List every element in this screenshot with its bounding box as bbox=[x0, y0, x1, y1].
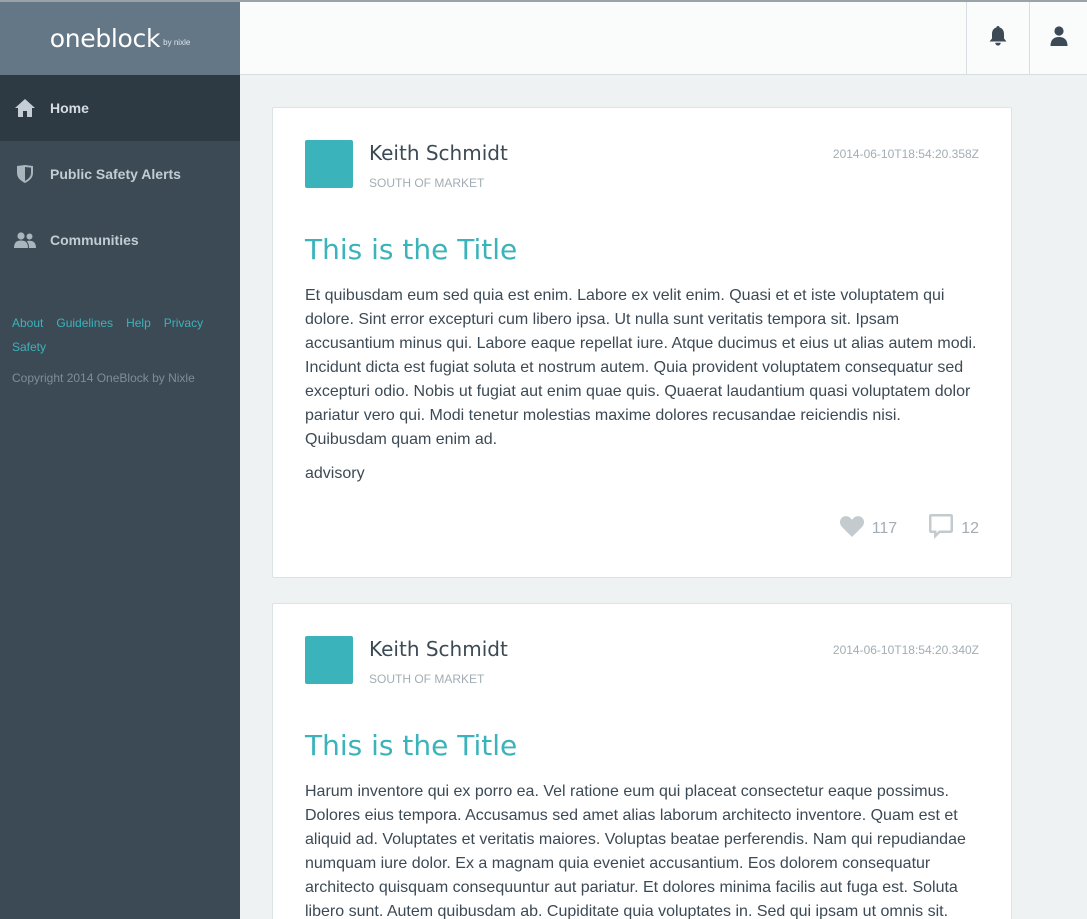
footer-link-help[interactable]: Help bbox=[126, 316, 151, 330]
comment-icon bbox=[929, 514, 954, 544]
post-timestamp: 2014-06-10T18:54:20.340Z bbox=[832, 643, 979, 657]
copyright: Copyright 2014 OneBlock by Nixle bbox=[12, 371, 195, 385]
post-card: Keith Schmidt SOUTH OF MARKET 2014-06-10… bbox=[272, 107, 1012, 578]
users-icon bbox=[13, 229, 37, 251]
post-card: Keith Schmidt SOUTH OF MARKET 2014-06-10… bbox=[272, 603, 1012, 919]
heart-icon bbox=[839, 516, 864, 542]
brand-logo[interactable]: oneblock bbox=[50, 24, 161, 53]
brand-bar: oneblock by nixle bbox=[0, 2, 240, 75]
avatar[interactable] bbox=[305, 636, 353, 684]
brand-sub: by nixle bbox=[163, 38, 191, 47]
sidebar: oneblock by nixle Home Public Safety Ale… bbox=[0, 2, 240, 919]
post-author[interactable]: Keith Schmidt bbox=[369, 637, 508, 661]
post-location: SOUTH OF MARKET bbox=[369, 672, 485, 686]
comment-count: 12 bbox=[961, 520, 979, 537]
footer-link-privacy[interactable]: Privacy bbox=[164, 316, 203, 330]
notifications-button[interactable] bbox=[966, 2, 1029, 74]
post-timestamp: 2014-06-10T18:54:20.358Z bbox=[832, 147, 979, 161]
avatar[interactable] bbox=[305, 140, 353, 188]
post-tag: advisory bbox=[305, 465, 365, 482]
bell-icon bbox=[989, 25, 1007, 51]
post-body: Harum inventore qui ex porro ea. Vel rat… bbox=[305, 783, 966, 919]
user-icon bbox=[1050, 25, 1068, 51]
footer-link-guidelines[interactable]: Guidelines bbox=[56, 316, 113, 330]
post-title[interactable]: This is the Title bbox=[305, 233, 517, 266]
shield-icon bbox=[13, 163, 37, 185]
like-count: 117 bbox=[871, 520, 898, 537]
like-button[interactable]: 117 bbox=[839, 516, 930, 542]
post-body: Et quibusdam eum sed quia est enim. Labo… bbox=[305, 287, 977, 448]
top-bar bbox=[240, 2, 1087, 75]
sidebar-item-label: Communities bbox=[50, 232, 139, 248]
account-button[interactable] bbox=[1029, 2, 1087, 74]
post-author[interactable]: Keith Schmidt bbox=[369, 141, 508, 165]
post-actions: 117 12 bbox=[839, 514, 979, 544]
sidebar-item-public-safety-alerts[interactable]: Public Safety Alerts bbox=[0, 141, 240, 207]
sidebar-item-label: Public Safety Alerts bbox=[50, 166, 181, 182]
comment-button[interactable]: 12 bbox=[929, 514, 979, 544]
footer-links: About Guidelines Help Privacy Safety bbox=[0, 273, 240, 359]
home-icon bbox=[13, 97, 37, 119]
footer-link-safety[interactable]: Safety bbox=[12, 340, 46, 354]
footer-link-about[interactable]: About bbox=[12, 316, 43, 330]
post-title[interactable]: This is the Title bbox=[305, 729, 517, 762]
sidebar-item-communities[interactable]: Communities bbox=[0, 207, 240, 273]
post-location: SOUTH OF MARKET bbox=[369, 176, 485, 190]
sidebar-item-home[interactable]: Home bbox=[0, 75, 240, 141]
sidebar-item-label: Home bbox=[50, 100, 89, 116]
